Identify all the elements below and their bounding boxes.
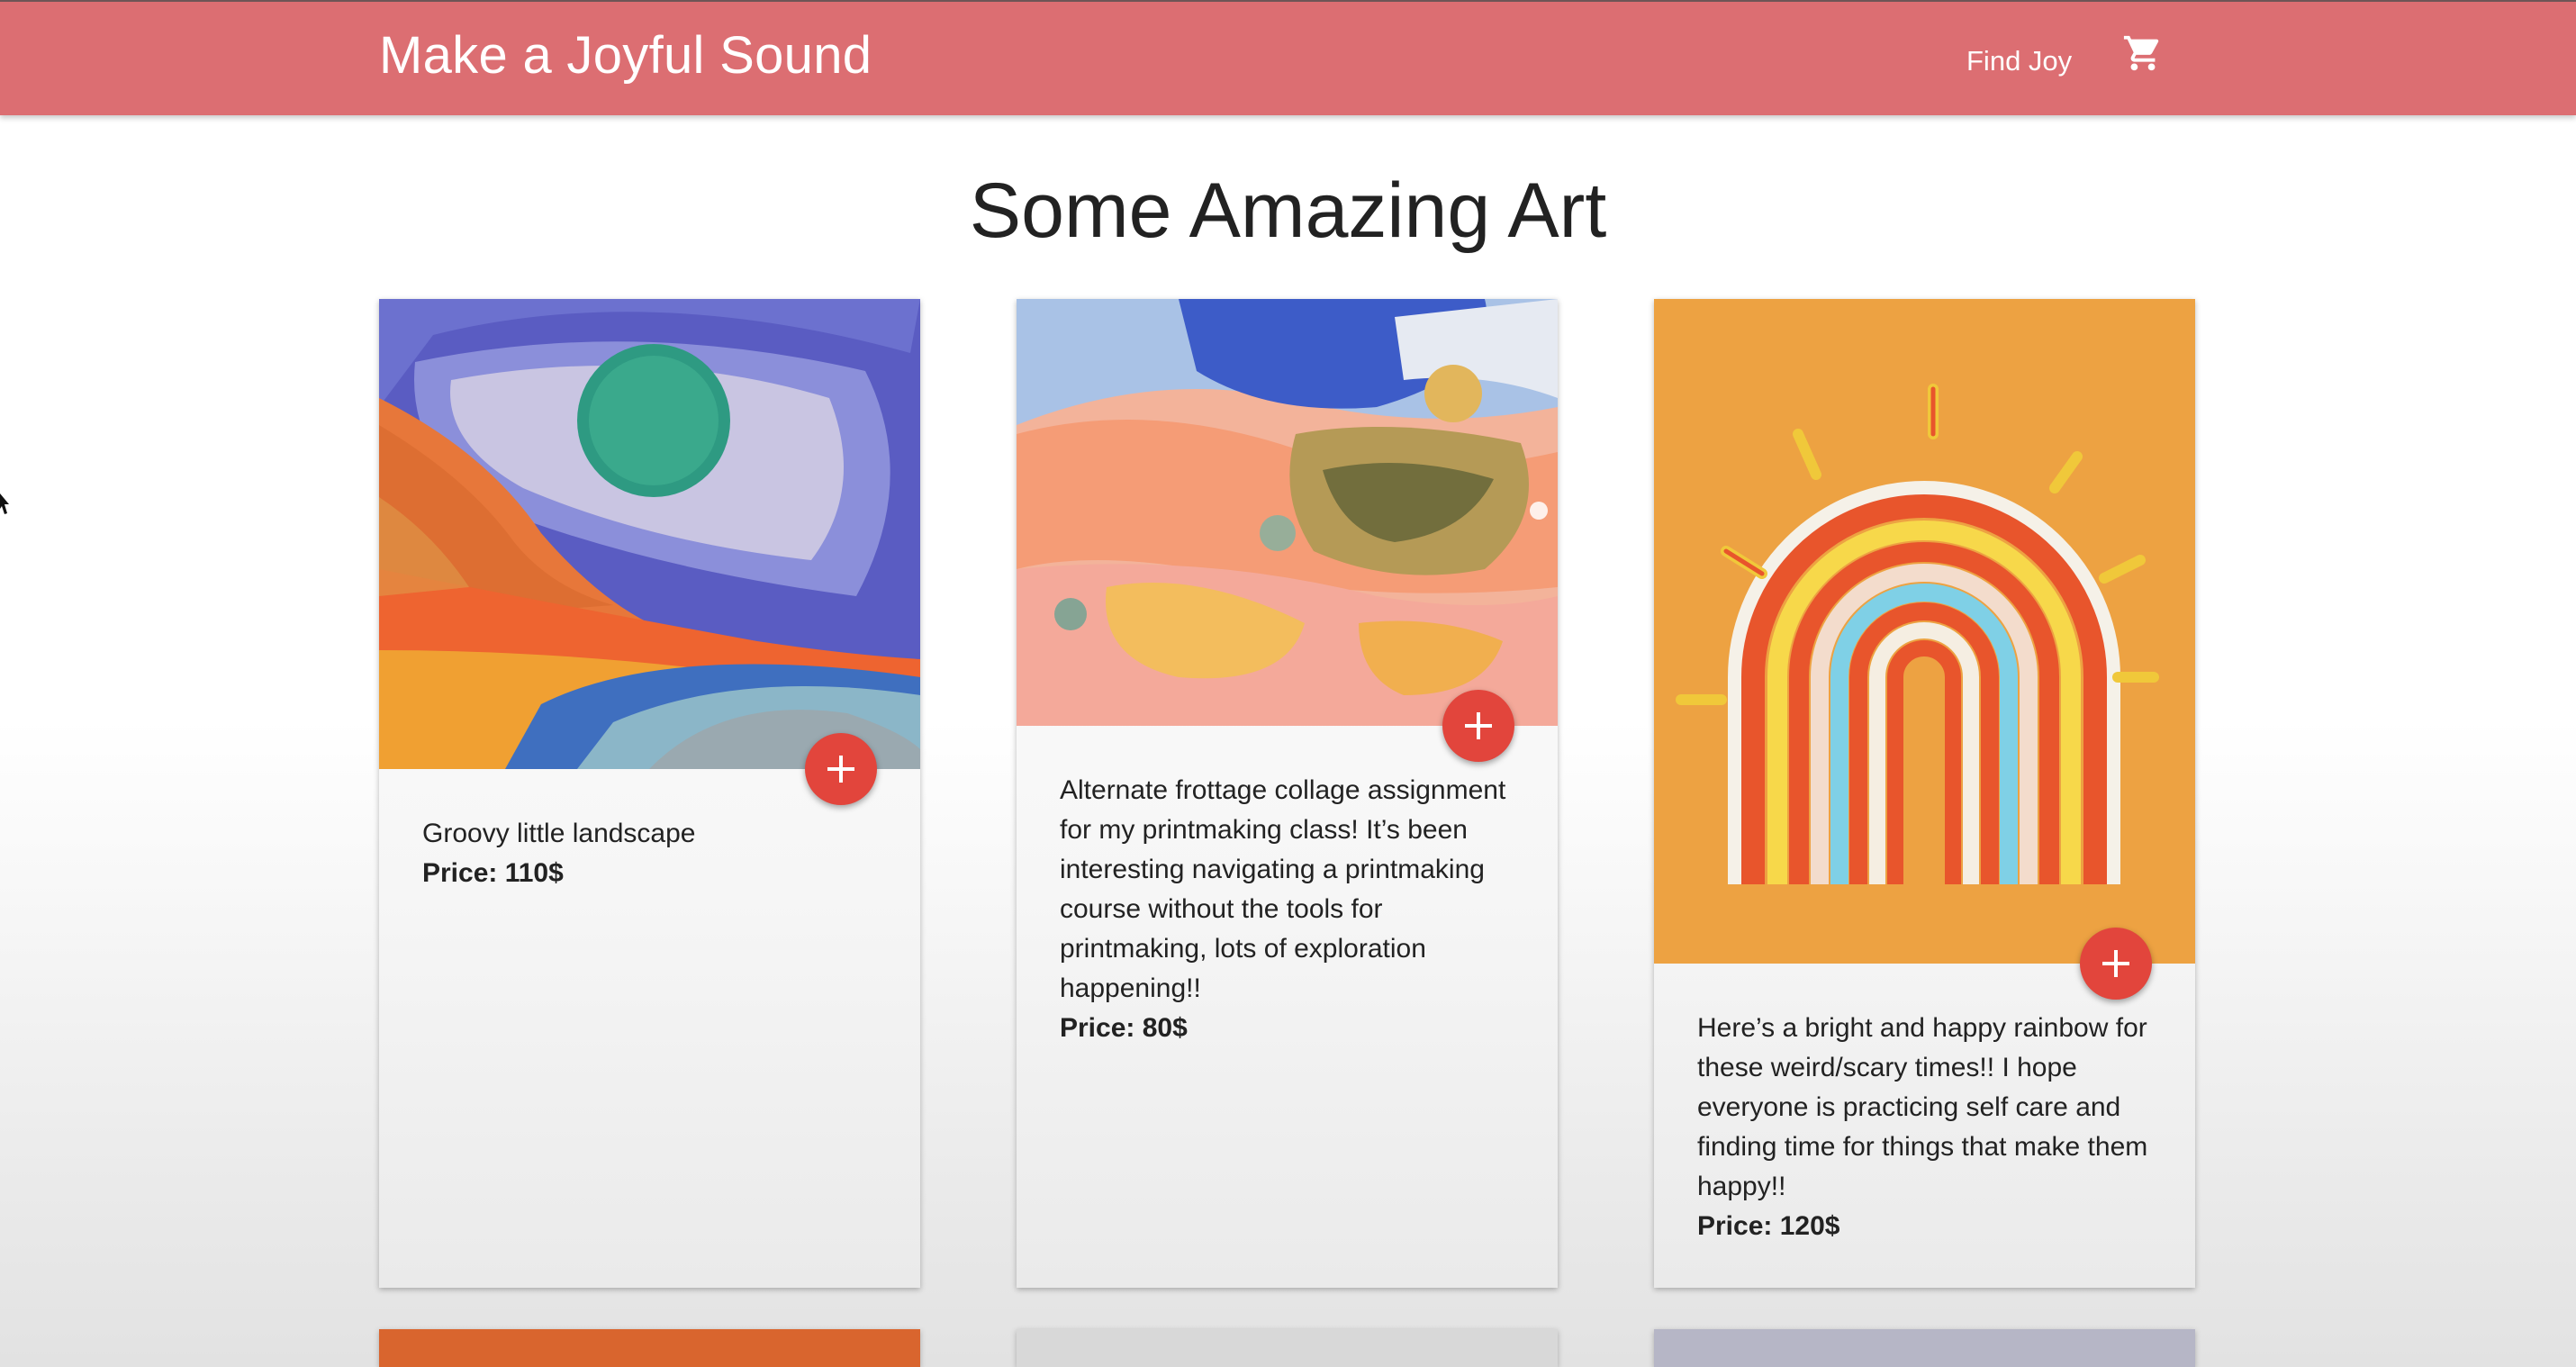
brand-title[interactable]: Make a Joyful Sound: [379, 25, 872, 86]
artwork-image[interactable]: [1654, 299, 2195, 964]
page-title: Some Amazing Art: [969, 167, 1607, 254]
card-price: Price: 80$: [1060, 1013, 1188, 1043]
art-card: Here’s a bright and happy rainbow for th…: [1654, 299, 2195, 1288]
find-joy-link[interactable]: Find Joy: [1966, 45, 2072, 77]
card-price: Price: 110$: [422, 858, 564, 888]
next-card-image[interactable]: [1654, 1329, 2195, 1367]
next-card-image[interactable]: [379, 1329, 920, 1367]
add-to-cart-button[interactable]: [1442, 690, 1514, 762]
artwork-image[interactable]: [379, 299, 920, 769]
art-card: Groovy little landscape Price: 110$: [379, 299, 920, 1288]
artwork-image[interactable]: [1017, 299, 1558, 726]
next-card-image[interactable]: [1017, 1329, 1558, 1367]
shopping-cart-icon[interactable]: [2122, 32, 2164, 74]
art-card: Alternate frottage collage assignment fo…: [1017, 299, 1558, 1288]
card-description: Alternate frottage collage assignment fo…: [1060, 775, 1506, 1003]
mouse-cursor-icon: [0, 493, 9, 514]
top-navbar: Make a Joyful Sound Find Joy: [0, 0, 2576, 115]
add-to-cart-button[interactable]: [805, 733, 877, 805]
card-description: Groovy little landscape: [422, 819, 696, 848]
card-description: Here’s a bright and happy rainbow for th…: [1697, 1013, 2148, 1201]
add-to-cart-button[interactable]: [2080, 928, 2152, 1000]
card-price: Price: 120$: [1697, 1211, 1840, 1241]
